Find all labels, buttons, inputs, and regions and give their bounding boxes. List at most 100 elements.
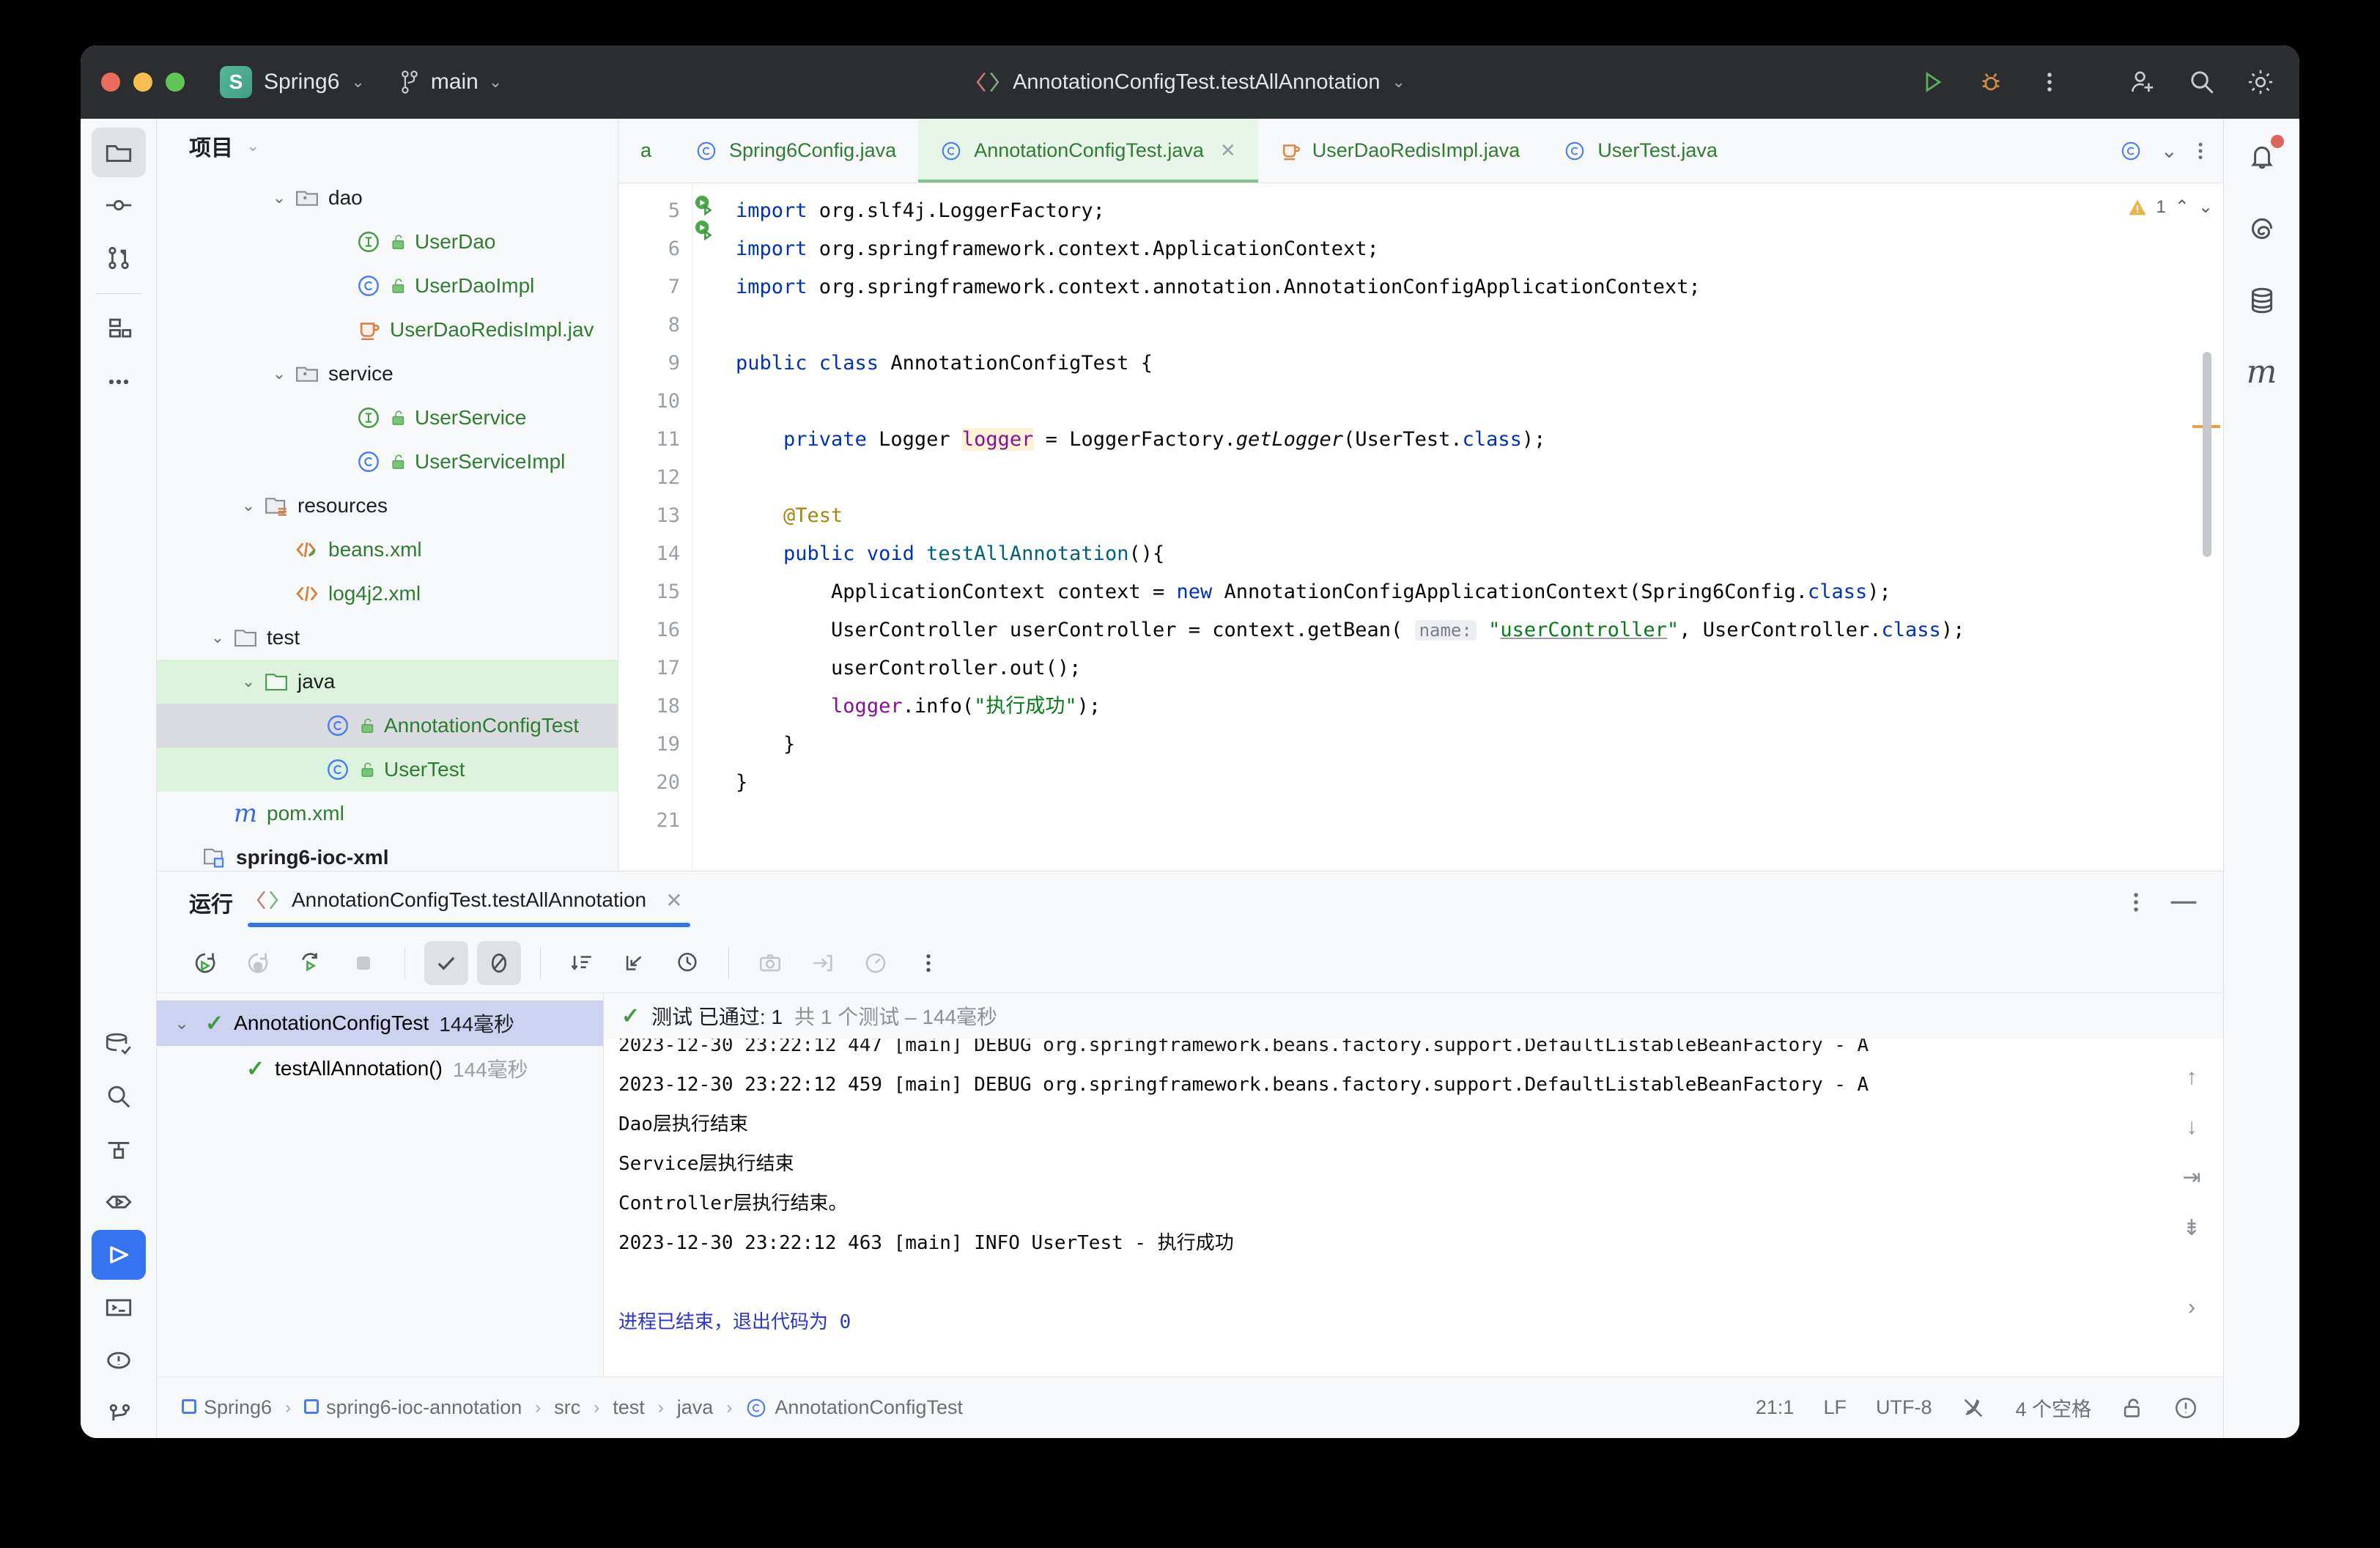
prev-problem-icon[interactable]: ⌃: [2175, 196, 2189, 218]
show-passed-icon[interactable]: [424, 941, 468, 985]
maximize-window-button[interactable]: [166, 73, 185, 92]
account-add-icon[interactable]: [2126, 65, 2160, 99]
minimize-window-button[interactable]: [133, 73, 152, 92]
project-tree-item[interactable]: UserDaoRedisImpl.jav: [157, 308, 618, 352]
code-line[interactable]: import org.springframework.context.annot…: [736, 268, 2223, 306]
more-vertical-icon[interactable]: [2033, 65, 2066, 99]
expand-right-icon[interactable]: ›: [2188, 1295, 2195, 1320]
breadcrumb-item[interactable]: AnnotationConfigTest: [745, 1396, 963, 1419]
close-icon[interactable]: ✕: [665, 888, 682, 913]
code-line[interactable]: UserController userController = context.…: [736, 611, 2223, 649]
unlocked-icon[interactable]: [2121, 1396, 2144, 1420]
code-line[interactable]: import org.slf4j.LoggerFactory;: [736, 192, 2223, 230]
java-class-icon[interactable]: [2120, 140, 2142, 162]
editor-tab[interactable]: AnnotationConfigTest.java✕: [918, 119, 1258, 183]
code-text[interactable]: import org.slf4j.LoggerFactory;import or…: [725, 183, 2223, 871]
code-line[interactable]: }: [736, 764, 2223, 802]
minimize-icon[interactable]: [2169, 898, 2198, 907]
project-tree-item[interactable]: ⌄test: [157, 616, 618, 660]
run-configuration-selector[interactable]: AnnotationConfigTest.testAllAnnotation ⌄: [975, 70, 1405, 95]
sidebar-item-structure[interactable]: [92, 304, 146, 354]
project-tree-item[interactable]: UserDaoImpl: [157, 264, 618, 308]
sidebar-item-build[interactable]: [92, 1124, 146, 1174]
caret-position[interactable]: 21:1: [1756, 1396, 1795, 1419]
project-tree-item[interactable]: ⌄service: [157, 352, 618, 396]
code-line[interactable]: ApplicationContext context = new Annotat…: [736, 573, 2223, 611]
code-line[interactable]: public class AnnotationConfigTest {: [736, 344, 2223, 383]
project-tree-item[interactable]: mpom.xml: [157, 792, 618, 836]
close-window-button[interactable]: [101, 73, 120, 92]
next-problem-icon[interactable]: ⌄: [2198, 196, 2213, 218]
sidebar-item-find[interactable]: [92, 1072, 146, 1121]
sidebar-item-terminal[interactable]: [92, 1283, 146, 1333]
breadcrumb-item[interactable]: test: [613, 1396, 645, 1419]
project-tree-item[interactable]: ⌄resources: [157, 484, 618, 528]
chevron-down-icon[interactable]: ⌄: [236, 672, 261, 691]
notifications-icon[interactable]: [2242, 136, 2283, 177]
code-line[interactable]: import org.springframework.context.Appli…: [736, 230, 2223, 268]
sidebar-item-database[interactable]: [92, 1019, 146, 1069]
expand-collapse-icon[interactable]: [613, 941, 657, 985]
scroll-down-icon[interactable]: ↓: [2187, 1115, 2198, 1140]
code-line[interactable]: @Test: [736, 497, 2223, 535]
rerun-icon[interactable]: [183, 941, 227, 985]
run-test-gutter-icon[interactable]: [692, 217, 725, 242]
chevron-down-icon[interactable]: ⌄: [246, 136, 259, 155]
project-tree-item[interactable]: log4j2.xml: [157, 572, 618, 616]
code-line[interactable]: userController.out();: [736, 649, 2223, 688]
code-line[interactable]: }: [736, 726, 2223, 764]
test-results-tree[interactable]: ⌄✓AnnotationConfigTest144毫秒✓testAllAnnot…: [157, 993, 604, 1376]
project-tree-item[interactable]: spring6-ioc-xml: [157, 836, 618, 871]
history-icon[interactable]: [665, 941, 709, 985]
sidebar-item-project[interactable]: [92, 128, 146, 177]
console-output[interactable]: 2023-12-30 23:22:12 447 [main] DEBUG org…: [604, 1039, 2160, 1376]
show-ignored-icon[interactable]: [477, 941, 521, 985]
code-line[interactable]: logger.info("执行成功");: [736, 688, 2223, 726]
breadcrumb-item[interactable]: java: [677, 1396, 714, 1419]
soft-wrap-icon[interactable]: ⇥: [2182, 1165, 2200, 1190]
project-tree[interactable]: ⌄daoUserDaoUserDaoImplUserDaoRedisImpl.j…: [157, 173, 618, 871]
breadcrumb-item[interactable]: spring6-ioc-annotation: [304, 1396, 522, 1419]
search-icon[interactable]: [2185, 65, 2219, 99]
sort-alphabetically-icon[interactable]: [560, 941, 604, 985]
line-separator[interactable]: LF: [1823, 1396, 1847, 1419]
run-button[interactable]: [1915, 65, 1949, 99]
close-icon[interactable]: ✕: [1220, 139, 1236, 162]
sidebar-item-debug[interactable]: [92, 1177, 146, 1227]
chevron-down-icon[interactable]: ⌄: [267, 364, 292, 383]
project-tree-item[interactable]: UserServiceImpl: [157, 440, 618, 484]
code-line[interactable]: [736, 383, 2223, 421]
editor-tab[interactable]: UserDaoRedisImpl.java: [1258, 119, 1542, 183]
chevron-down-icon[interactable]: ⌄: [205, 628, 230, 647]
project-selector[interactable]: S Spring6 ⌄: [220, 66, 365, 98]
gear-icon[interactable]: [2244, 65, 2277, 99]
rerun-auto-icon[interactable]: [289, 941, 333, 985]
code-line[interactable]: [736, 306, 2223, 344]
indent-setting[interactable]: 4 个空格: [2015, 1393, 2091, 1422]
code-line[interactable]: public void testAllAnnotation(){: [736, 535, 2223, 573]
project-panel-header[interactable]: 项目 ⌄: [157, 119, 618, 173]
code-line[interactable]: [736, 459, 2223, 497]
run-toolbar[interactable]: [157, 933, 2223, 993]
run-session-tab[interactable]: AnnotationConfigTest.testAllAnnotation ✕: [255, 888, 683, 917]
breadcrumb-item[interactable]: src: [554, 1396, 580, 1419]
info-icon[interactable]: [2173, 1396, 2198, 1420]
code-editor[interactable]: 56789101112131415161718192021 import org…: [618, 183, 2223, 871]
chevron-down-icon[interactable]: ⌄: [174, 1013, 195, 1034]
scroll-up-icon[interactable]: ↑: [2187, 1065, 2198, 1090]
encoding[interactable]: UTF-8: [1876, 1396, 1932, 1419]
more-vertical-icon[interactable]: [2132, 890, 2140, 915]
project-tree-item[interactable]: AnnotationConfigTest: [157, 704, 618, 748]
gutter-run-icons[interactable]: [692, 183, 725, 871]
sidebar-item-git[interactable]: [92, 1388, 146, 1438]
sidebar-item-commit[interactable]: [92, 180, 146, 230]
editor-tab-bar[interactable]: aSpring6Config.javaAnnotationConfigTest.…: [618, 119, 2223, 183]
project-tree-item[interactable]: UserDao: [157, 220, 618, 264]
inspections-off-icon[interactable]: [1961, 1396, 1986, 1420]
test-tree-item[interactable]: ✓testAllAnnotation()144毫秒: [157, 1046, 603, 1091]
spring-icon[interactable]: [2242, 208, 2283, 249]
editor-scrollbar[interactable]: [2203, 352, 2211, 557]
run-test-gutter-icon[interactable]: [692, 192, 725, 217]
more-vertical-icon[interactable]: [906, 941, 950, 985]
sidebar-item-problems[interactable]: [92, 1335, 146, 1385]
